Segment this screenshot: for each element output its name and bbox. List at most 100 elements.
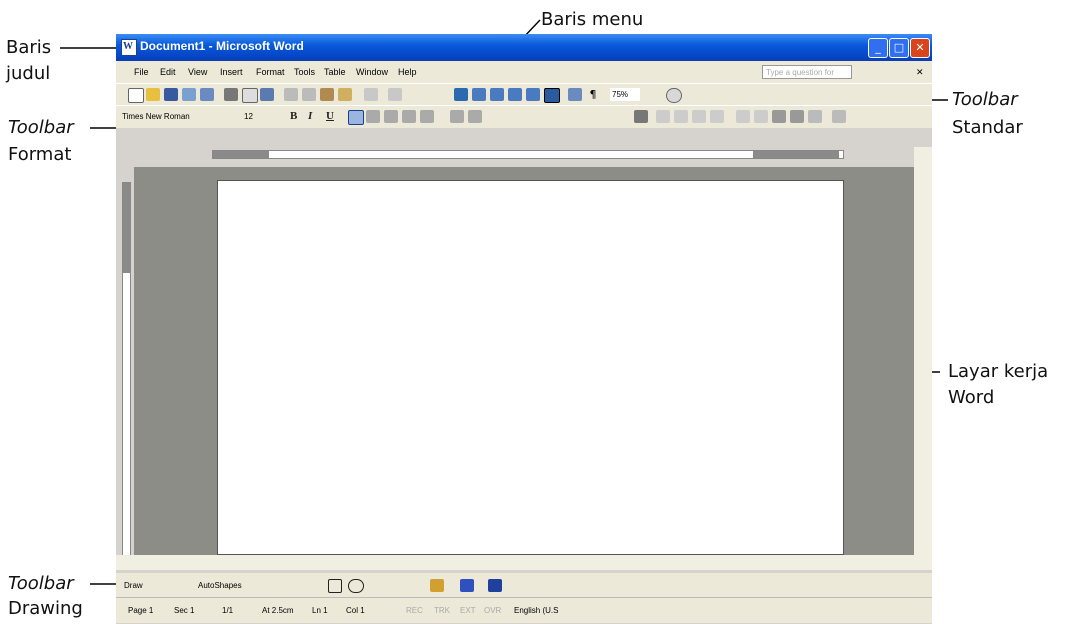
table-insert-icon[interactable] (736, 110, 750, 123)
print-preview-icon[interactable] (242, 88, 258, 103)
status-language: English (U.S (514, 606, 559, 615)
status-section: Sec 1 (174, 606, 195, 615)
eraser-icon[interactable] (808, 110, 822, 123)
window-title: Document1 - Microsoft Word (140, 39, 304, 53)
oval-icon[interactable] (348, 579, 364, 593)
bold-button[interactable]: B (290, 110, 297, 122)
align-center-icon[interactable] (366, 110, 380, 123)
label-toolbar-format-line2: Format (8, 144, 72, 165)
insert-table-icon[interactable] (490, 88, 504, 101)
menu-file[interactable]: File (134, 67, 149, 77)
tables-borders-icon[interactable] (472, 88, 486, 101)
menu-help[interactable]: Help (398, 67, 417, 77)
status-page: Page 1 (128, 606, 154, 615)
status-ovr[interactable]: OVR (484, 606, 501, 615)
label-toolbar-drawing-line2: Drawing (8, 598, 83, 619)
justify-icon[interactable] (402, 110, 416, 123)
help-question-input[interactable]: Type a question for help (762, 65, 852, 91)
menu-tools[interactable]: Tools (294, 67, 315, 77)
status-trk[interactable]: TRK (434, 606, 450, 615)
menu-view[interactable]: View (188, 67, 207, 77)
email-icon[interactable] (200, 88, 214, 101)
menu-edit[interactable]: Edit (160, 67, 176, 77)
numbering-icon[interactable] (450, 110, 464, 123)
next-change-icon[interactable] (710, 110, 724, 123)
font-size-select[interactable]: 12 (244, 110, 268, 123)
bullets-icon[interactable] (468, 110, 482, 123)
redo-icon[interactable] (388, 88, 402, 101)
close-document-icon[interactable]: ✕ (916, 67, 924, 78)
ruler-row (116, 144, 932, 164)
merge-cells-icon[interactable] (754, 110, 768, 123)
align-left-icon[interactable] (348, 110, 364, 125)
formatting-toolbar: Times New Roman 12 B I U (116, 105, 932, 128)
font-color-icon[interactable] (488, 579, 502, 592)
status-bar: Page 1 Sec 1 1/1 At 2.5cm Ln 1 Col 1 REC… (116, 597, 932, 623)
undo-icon[interactable] (364, 88, 378, 101)
drawing-toolbar: Draw AutoShapes (116, 573, 932, 597)
cut-icon[interactable] (284, 88, 298, 101)
label-toolbar-standar-line1: Toolbar (952, 89, 1018, 110)
menu-insert[interactable]: Insert (220, 67, 243, 77)
new-document-icon[interactable] (128, 88, 144, 103)
save-icon[interactable] (164, 88, 178, 101)
menu-bar: File Edit View Insert Format Tools Table… (116, 61, 932, 91)
paste-icon[interactable] (320, 88, 334, 101)
line-color-icon[interactable] (460, 579, 474, 592)
horizontal-scrollbar[interactable] (116, 555, 932, 570)
label-baris-judul-line1: Baris (6, 37, 52, 58)
line-spacing-icon[interactable] (420, 110, 434, 123)
align-right-icon[interactable] (384, 110, 398, 123)
label-toolbar-standar-line2: Standar (952, 117, 1023, 138)
label-baris-judul-line2: judul (6, 63, 51, 84)
open-folder-icon[interactable] (146, 88, 160, 101)
fill-color-icon[interactable] (430, 579, 444, 592)
autoshapes-button[interactable]: AutoShapes (198, 581, 242, 590)
permission-icon[interactable] (182, 88, 196, 101)
reject-change-icon[interactable] (674, 110, 688, 123)
copy-icon[interactable] (302, 88, 316, 101)
close-button[interactable]: ✕ (910, 38, 930, 58)
rectangle-icon[interactable] (328, 579, 342, 593)
font-name-select[interactable]: Times New Roman (122, 110, 222, 123)
menu-table[interactable]: Table (324, 67, 346, 77)
hyperlink-icon[interactable] (454, 88, 468, 101)
standard-toolbar: ¶ 75% (116, 83, 932, 106)
word-window: W Document1 - Microsoft Word _ □ ✕ File … (116, 34, 932, 624)
format-painter-icon[interactable] (338, 88, 352, 101)
italic-button[interactable]: I (308, 110, 312, 122)
status-rec[interactable]: REC (406, 606, 423, 615)
print-icon[interactable] (224, 88, 238, 101)
reviewing-icon[interactable] (634, 110, 648, 123)
menu-window[interactable]: Window (356, 67, 388, 77)
vertical-ruler[interactable] (122, 182, 131, 562)
split-cells-icon[interactable] (772, 110, 786, 123)
horizontal-ruler[interactable] (212, 150, 844, 159)
document-page[interactable] (217, 180, 844, 555)
zoom-select[interactable]: 75% (610, 88, 640, 101)
status-line: Ln 1 (312, 606, 328, 615)
label-toolbar-drawing-line1: Toolbar (8, 573, 74, 594)
document-map-icon[interactable] (568, 88, 582, 101)
label-baris-menu: Baris menu (541, 9, 644, 30)
insert-excel-icon[interactable] (508, 88, 522, 101)
spelling-icon[interactable] (260, 88, 274, 101)
accept-change-icon[interactable] (656, 110, 670, 123)
show-hide-icon[interactable]: ¶ (586, 88, 600, 101)
label-layar-kerja-line2: Word (948, 387, 995, 408)
help-icon[interactable] (666, 88, 682, 103)
status-ext[interactable]: EXT (460, 606, 476, 615)
maximize-button[interactable]: □ (889, 38, 909, 58)
minimize-button[interactable]: _ (868, 38, 888, 58)
vertical-scrollbar[interactable] (914, 147, 932, 567)
columns-icon[interactable] (526, 88, 540, 101)
previous-change-icon[interactable] (692, 110, 706, 123)
status-column: Col 1 (346, 606, 365, 615)
drawing-icon[interactable] (544, 88, 560, 103)
menu-format[interactable]: Format (256, 67, 285, 77)
align-cell-icon[interactable] (832, 110, 846, 123)
table-autoformat-icon[interactable] (790, 110, 804, 123)
draw-menu-button[interactable]: Draw (124, 581, 143, 590)
underline-button[interactable]: U (326, 110, 334, 122)
status-at: At 2.5cm (262, 606, 294, 615)
